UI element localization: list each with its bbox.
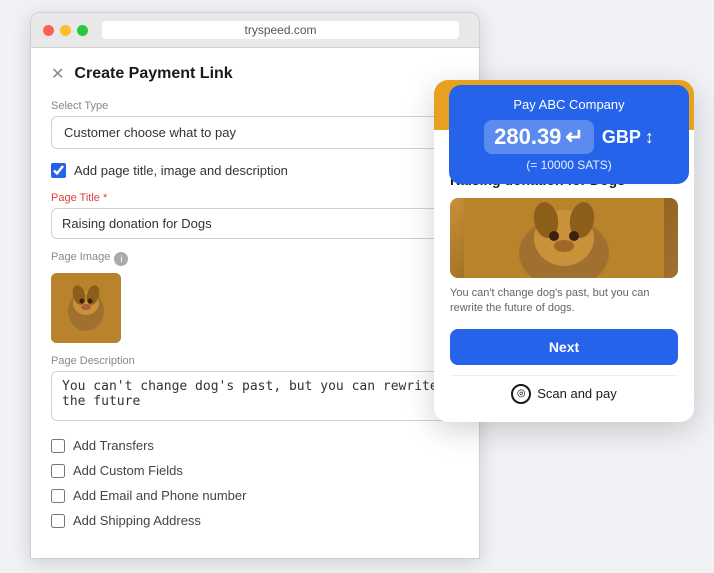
close-dot[interactable] — [43, 25, 54, 36]
browser-titlebar: tryspeed.com — [31, 13, 479, 48]
scan-icon: ◎ — [511, 384, 531, 404]
page-image-group: Page Image i — [51, 251, 459, 343]
shipping-checkbox[interactable] — [51, 514, 65, 528]
custom-fields-checkbox[interactable] — [51, 464, 65, 478]
panel-header: ✕ Create Payment Link — [51, 64, 459, 84]
email-phone-label: Add Email and Phone number — [73, 488, 246, 503]
amount-value: 280.39 — [494, 124, 561, 150]
close-icon[interactable]: ✕ — [51, 64, 64, 84]
option-transfers: Add Transfers — [51, 438, 459, 453]
email-phone-checkbox[interactable] — [51, 489, 65, 503]
page-description-input[interactable]: You can't change dog's past, but you can… — [51, 371, 459, 421]
page-title-group: Page Title * — [51, 192, 459, 239]
select-type-dropdown[interactable]: Customer choose what to pay — [51, 116, 459, 149]
page-description-group: Page Description You can't change dog's … — [51, 355, 459, 426]
transfers-checkbox[interactable] — [51, 439, 65, 453]
page-image-thumb[interactable] — [51, 273, 121, 343]
browser-body: ✕ Create Payment Link Select Type Custom… — [31, 48, 479, 558]
browser-window: tryspeed.com ✕ Create Payment Link Selec… — [30, 12, 480, 559]
page-image-label-row: Page Image i — [51, 251, 459, 267]
shipping-label: Add Shipping Address — [73, 513, 201, 528]
option-shipping: Add Shipping Address — [51, 513, 459, 528]
pay-amount-display: 280.39 ↵ — [484, 120, 594, 154]
page-description-label: Page Description — [51, 355, 459, 367]
transfers-label: Add Transfers — [73, 438, 154, 453]
options-list: Add Transfers Add Custom Fields Add Emai… — [51, 438, 459, 528]
maximize-dot[interactable] — [77, 25, 88, 36]
select-type-wrapper: Customer choose what to pay ▾ — [51, 116, 459, 149]
pay-company-label: Pay ABC Company — [465, 97, 673, 112]
browser-url-bar[interactable]: tryspeed.com — [102, 21, 459, 39]
enter-icon: ↵ — [565, 124, 583, 150]
preview-dog-image — [450, 198, 678, 278]
scan-pay-label: Scan and pay — [537, 386, 617, 401]
pay-currency-display: GBP ↕ — [602, 127, 654, 148]
page-title-label: Page Title * — [51, 192, 459, 204]
next-button[interactable]: Next — [450, 329, 678, 365]
pay-sats-label: (= 10000 SATS) — [465, 158, 673, 172]
minimize-dot[interactable] — [60, 25, 71, 36]
pay-amount-row: 280.39 ↵ GBP ↕ — [465, 120, 673, 154]
custom-fields-label: Add Custom Fields — [73, 463, 183, 478]
page-title-input[interactable] — [51, 208, 459, 239]
info-icon: i — [114, 252, 128, 266]
sort-icon: ↕ — [645, 127, 654, 148]
preview-description: You can't change dog's past, but you can… — [450, 286, 678, 317]
option-custom-fields: Add Custom Fields — [51, 463, 459, 478]
pay-header-card: Pay ABC Company 280.39 ↵ GBP ↕ (= 10000 … — [449, 85, 689, 184]
option-email-phone: Add Email and Phone number — [51, 488, 459, 503]
add-page-details-row: Add page title, image and description — [51, 163, 459, 178]
select-type-label: Select Type — [51, 100, 459, 112]
add-page-details-label: Add page title, image and description — [74, 163, 288, 178]
add-page-details-checkbox[interactable] — [51, 163, 66, 178]
panel-title: Create Payment Link — [74, 65, 232, 83]
scan-pay-row[interactable]: ◎ Scan and pay — [450, 375, 678, 408]
currency-value: GBP — [602, 127, 641, 148]
page-image-label: Page Image — [51, 251, 110, 263]
